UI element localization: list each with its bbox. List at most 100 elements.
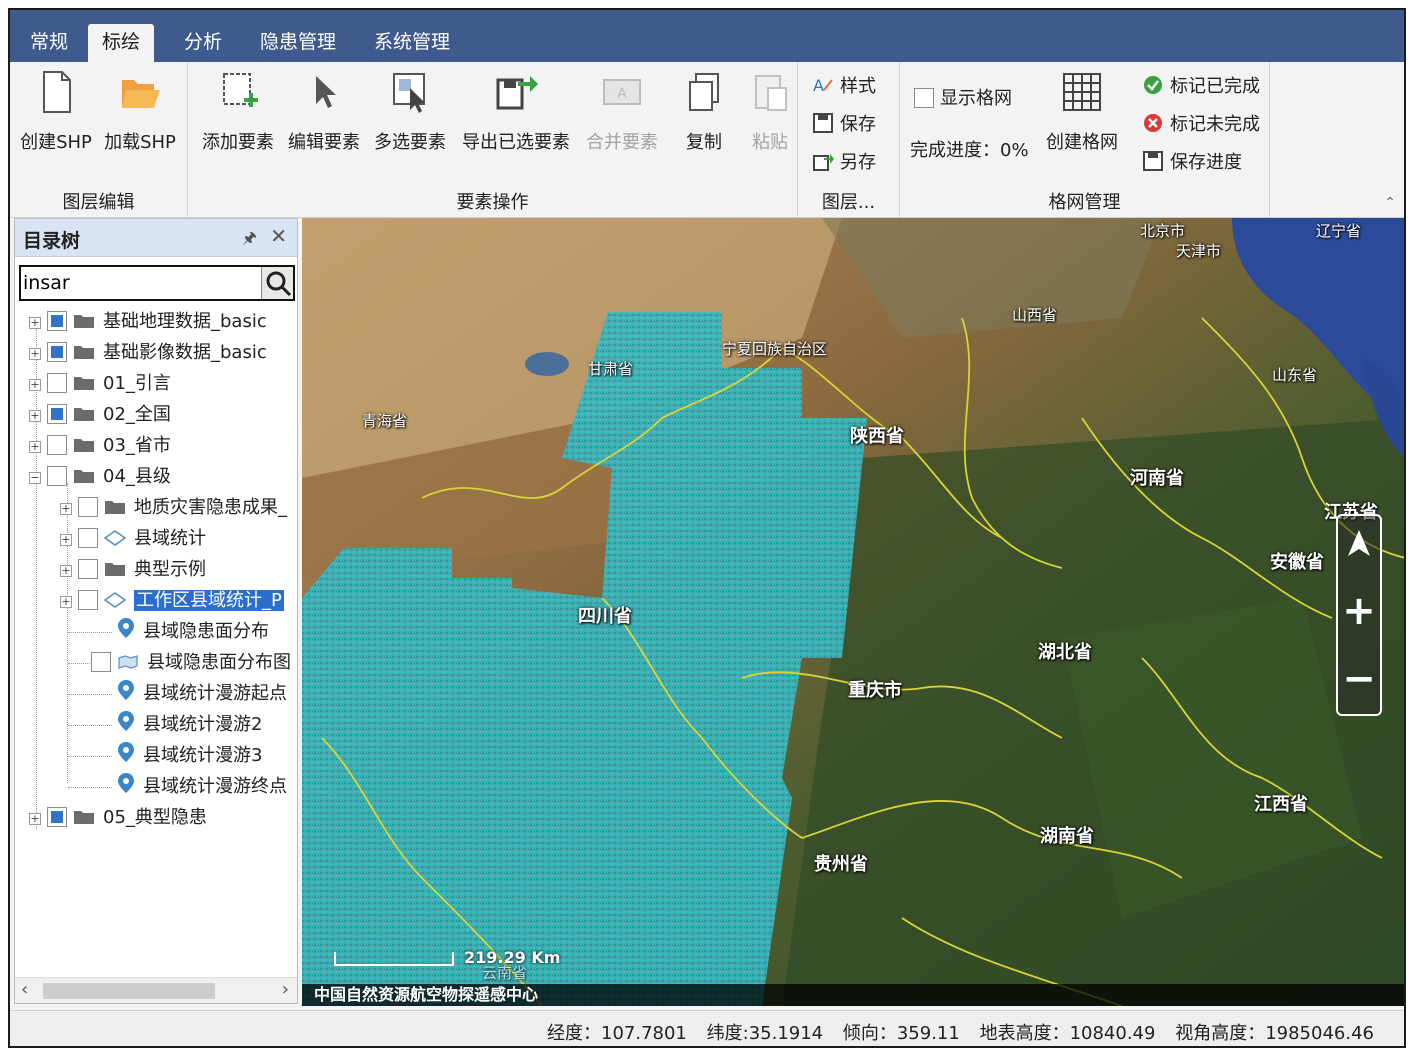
- layer-checkbox[interactable]: [47, 807, 67, 827]
- expand-icon[interactable]: +: [29, 348, 41, 360]
- close-icon[interactable]: ✕: [270, 224, 287, 248]
- tree-guide: [68, 632, 112, 633]
- catalog-header: 目录树 🖈 ✕: [15, 219, 297, 257]
- create-grid-button[interactable]: 创建格网: [1042, 68, 1122, 168]
- tab-general[interactable]: 常规: [16, 24, 82, 62]
- tree-node[interactable]: + 典型示例: [60, 555, 206, 585]
- save-progress-button[interactable]: 保存进度: [1142, 148, 1242, 178]
- load-shp-button[interactable]: 加载SHP: [98, 68, 182, 168]
- tree-node-label-selected: 工作区县域统计_P: [134, 590, 284, 611]
- compass-north-button[interactable]: [1338, 524, 1380, 570]
- create-shp-button[interactable]: 创建SHP: [14, 68, 98, 168]
- tree-node[interactable]: +03_省市: [29, 431, 171, 461]
- scroll-right-icon[interactable]: ›: [282, 979, 289, 1000]
- group-layer: A 样式 保存 另存 图层...: [798, 62, 900, 218]
- tab-hazard-management[interactable]: 隐患管理: [246, 24, 350, 62]
- tree-node-label: 基础影像数据_basic: [103, 342, 267, 363]
- expand-icon[interactable]: +: [29, 317, 41, 329]
- expand-icon[interactable]: +: [29, 379, 41, 391]
- collapse-icon[interactable]: −: [29, 472, 41, 484]
- tree-node[interactable]: + 县域统计: [60, 524, 206, 554]
- scroll-left-icon[interactable]: ‹: [21, 979, 28, 1000]
- mark-undone-label: 标记未完成: [1170, 114, 1260, 135]
- tree-node[interactable]: 县域隐患面分布图: [91, 648, 291, 678]
- tree-node[interactable]: − 04_县级: [29, 462, 171, 492]
- tree-node[interactable]: +05_典型隐患: [29, 803, 207, 833]
- tree-node[interactable]: + 地质灾害隐患成果_: [60, 493, 287, 523]
- map-label-chongqing: 重庆市: [848, 680, 902, 701]
- tree-node[interactable]: + 基础影像数据_basic: [29, 338, 267, 368]
- export-selected-button[interactable]: 导出已选要素: [456, 68, 576, 168]
- merge-feature-button[interactable]: A 合并要素: [580, 68, 664, 168]
- group-feature-ops: 添加要素 编辑要素 多选要素 导出已选要素 A 合并要素 复制 粘贴 要素操作: [188, 62, 798, 218]
- save-as-button[interactable]: 另存: [812, 148, 876, 178]
- tree-node[interactable]: +01_引言: [29, 369, 171, 399]
- imagery-credit: 中国自然资源航空物探遥感中心: [302, 984, 1404, 1006]
- tab-plot[interactable]: 标绘: [88, 24, 155, 62]
- tree-node[interactable]: 县域隐患面分布: [117, 617, 269, 647]
- layer-save-button[interactable]: 保存: [812, 110, 876, 140]
- mark-done-button[interactable]: 标记已完成: [1142, 72, 1260, 102]
- tree-node[interactable]: +02_全国: [29, 400, 171, 430]
- status-bar: 经度：107.7801 纬度:35.1914 倾向：359.11 地表高度：10…: [10, 1010, 1404, 1046]
- layer-checkbox[interactable]: [78, 590, 98, 610]
- mark-undone-button[interactable]: 标记未完成: [1142, 110, 1260, 140]
- map-label-hunan: 湖南省: [1040, 826, 1094, 847]
- layer-checkbox[interactable]: [78, 497, 98, 517]
- search-button[interactable]: [261, 267, 293, 299]
- multi-select-button[interactable]: 多选要素: [368, 68, 452, 168]
- expand-icon[interactable]: +: [60, 596, 72, 608]
- tree-node[interactable]: 县域统计漫游3: [117, 741, 262, 771]
- expand-icon[interactable]: +: [60, 534, 72, 546]
- add-feature-button[interactable]: 添加要素: [196, 68, 280, 168]
- map-label-shanxi: 山西省: [1012, 306, 1058, 324]
- folder-icon: [74, 377, 94, 390]
- edit-feature-button[interactable]: 编辑要素: [282, 68, 366, 168]
- expand-icon[interactable]: +: [60, 565, 72, 577]
- horizontal-scrollbar[interactable]: ‹ ›: [15, 977, 297, 1003]
- layer-checkbox[interactable]: [47, 342, 67, 362]
- tree-node-label: 01_引言: [103, 373, 171, 394]
- tree-node[interactable]: 县域统计漫游起点: [117, 679, 287, 709]
- layer-checkbox[interactable]: [91, 652, 111, 672]
- zoom-in-button[interactable]: +: [1338, 588, 1380, 634]
- collapse-ribbon-icon[interactable]: ⌃: [1384, 195, 1396, 211]
- save-as-label: 另存: [840, 152, 876, 173]
- layer-checkbox[interactable]: [78, 528, 98, 548]
- expand-icon[interactable]: +: [60, 503, 72, 515]
- tree-node[interactable]: + 基础地理数据_basic: [29, 307, 267, 337]
- layer-checkbox[interactable]: [47, 373, 67, 393]
- tree-guide: [68, 787, 112, 788]
- layer-checkbox[interactable]: [47, 466, 67, 486]
- tree-node[interactable]: + 工作区县域统计_P: [60, 586, 284, 616]
- new-file-icon: [43, 71, 71, 113]
- map-view[interactable]: 北京市 天津市 辽宁省 山西省 甘肃省 宁夏回族自治区 青海省 山东省 陕西省 …: [302, 218, 1404, 1006]
- edit-feature-label: 编辑要素: [288, 132, 360, 153]
- layer-checkbox[interactable]: [78, 559, 98, 579]
- tree-node[interactable]: 县域统计漫游终点: [117, 772, 287, 802]
- layer-checkbox[interactable]: [47, 435, 67, 455]
- catalog-search-input[interactable]: [23, 269, 263, 297]
- tab-analysis[interactable]: 分析: [170, 24, 236, 62]
- show-grid-check[interactable]: [914, 88, 934, 108]
- zoom-out-button[interactable]: −: [1338, 656, 1380, 702]
- folder-icon: [105, 563, 125, 576]
- pin-icon[interactable]: 🖈: [242, 227, 257, 254]
- search-icon: [266, 271, 292, 297]
- style-button[interactable]: A 样式: [812, 72, 876, 102]
- layer-checkbox[interactable]: [47, 404, 67, 424]
- map-label-liaoning: 辽宁省: [1316, 222, 1362, 240]
- tree-node[interactable]: 县域统计漫游2: [117, 710, 262, 740]
- tab-system-management[interactable]: 系统管理: [360, 24, 464, 62]
- layer-checkbox[interactable]: [47, 311, 67, 331]
- show-grid-checkbox[interactable]: 显示格网: [914, 84, 1012, 114]
- map-label-ningxia: 宁夏回族自治区: [722, 340, 828, 358]
- scrollbar-thumb[interactable]: [43, 983, 215, 999]
- tree-guide: [68, 756, 112, 757]
- merge-icon: A: [603, 79, 641, 105]
- expand-icon[interactable]: +: [29, 813, 41, 825]
- map-label-henan: 河南省: [1130, 468, 1184, 489]
- expand-icon[interactable]: +: [29, 441, 41, 453]
- location-pin-icon: [118, 711, 134, 731]
- expand-icon[interactable]: +: [29, 410, 41, 422]
